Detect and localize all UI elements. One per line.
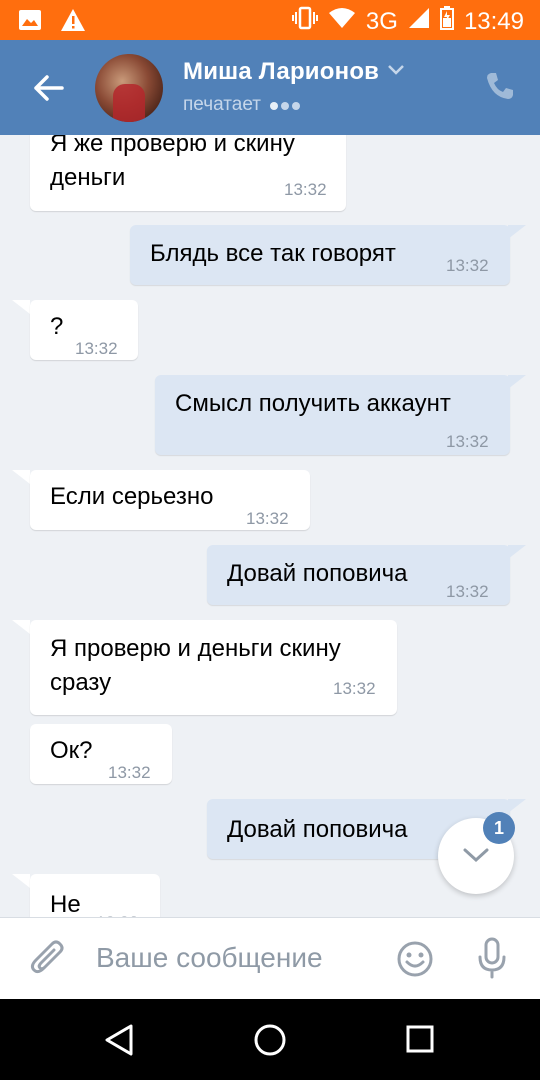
message-text: Если серьезно	[50, 483, 214, 510]
microphone-icon[interactable]	[476, 937, 508, 984]
chevron-down-icon	[463, 848, 489, 863]
contact-name-row[interactable]: Миша Ларионов	[183, 58, 405, 86]
chevron-down-icon	[387, 63, 405, 81]
message-bubble-incoming[interactable]: Ок? 13:32	[30, 724, 172, 784]
message-text: Я же проверю и скину	[50, 135, 295, 157]
message-bubble-outgoing[interactable]: Смысл получить аккаунт 13:32	[155, 375, 510, 455]
bubble-tail	[12, 620, 30, 634]
message-text: Смысл получить аккаунт	[175, 390, 451, 417]
clock: 13:49	[463, 7, 524, 35]
message-text: Блядь все так говорят	[150, 240, 396, 267]
message-bubble-incoming[interactable]: Не 13:33	[30, 874, 160, 917]
message-text: деньги	[50, 164, 126, 191]
bubble-tail	[508, 799, 526, 813]
warning-icon	[60, 8, 86, 37]
message-time: 13:32	[446, 582, 489, 601]
network-type: 3G	[365, 7, 398, 35]
bubble-tail	[508, 375, 526, 389]
message-text: Не	[50, 891, 81, 917]
message-text: Я проверю и деньги скину	[50, 635, 341, 662]
message-time: 13:32	[284, 180, 327, 199]
message-list[interactable]: Я же проверю и скину деньги 13:32 Блядь …	[0, 135, 540, 917]
message-time: 13:32	[75, 339, 118, 358]
chat-header: Миша Ларионов печатает	[0, 40, 540, 135]
smile-icon[interactable]	[396, 940, 434, 983]
bubble-tail	[508, 225, 526, 239]
message-composer: Ваше сообщение	[0, 917, 540, 999]
contact-name: Миша Ларионов	[183, 58, 380, 85]
message-time: 13:32	[246, 509, 289, 528]
avatar[interactable]	[95, 54, 163, 122]
vibrate-icon	[291, 6, 318, 37]
message-text: Довай поповича	[227, 816, 408, 843]
message-bubble-incoming[interactable]: Если серьезно 13:32	[30, 470, 310, 530]
message-bubble-incoming[interactable]: ? 13:32	[30, 300, 138, 360]
typing-dots-icon	[267, 94, 300, 116]
back-arrow-icon[interactable]	[30, 70, 66, 106]
message-input[interactable]: Ваше сообщение	[96, 942, 323, 974]
unread-badge: 1	[483, 812, 515, 844]
bubble-tail	[508, 545, 526, 559]
message-time: 13:32	[446, 432, 489, 451]
message-bubble-outgoing[interactable]: Довай поповича 13:32	[207, 545, 510, 605]
typing-status: печатает	[183, 94, 300, 116]
recents-nav-icon[interactable]	[405, 1024, 435, 1054]
paperclip-icon[interactable]	[30, 940, 66, 983]
message-time: 13:32	[333, 679, 376, 698]
message-time: 13:32	[108, 763, 151, 782]
status-bar: 3G 13:49	[0, 0, 540, 40]
message-text: Довай поповича	[227, 560, 408, 587]
bubble-tail	[12, 874, 30, 888]
message-bubble-incoming[interactable]: Я же проверю и скину деньги 13:32	[30, 135, 346, 211]
message-bubble-incoming[interactable]: Я проверю и деньги скину сразу 13:32	[30, 620, 397, 715]
system-navigation-bar	[0, 999, 540, 1080]
message-text: ?	[50, 313, 64, 340]
typing-status-label: печатает	[183, 94, 261, 115]
message-time: 13:33	[96, 906, 139, 917]
wifi-icon	[328, 7, 356, 36]
back-nav-icon[interactable]	[103, 1023, 135, 1057]
bubble-tail	[12, 470, 30, 484]
battery-icon	[439, 6, 454, 37]
message-bubble-outgoing[interactable]: Блядь все так говорят 13:32	[130, 225, 510, 285]
signal-icon	[408, 7, 430, 36]
phone-icon[interactable]	[484, 70, 516, 102]
home-nav-icon[interactable]	[253, 1023, 287, 1057]
message-text: сразу	[50, 669, 112, 696]
message-text: Ок?	[50, 737, 93, 764]
image-icon	[18, 9, 42, 36]
message-time: 13:32	[446, 256, 489, 275]
bubble-tail	[12, 300, 30, 314]
